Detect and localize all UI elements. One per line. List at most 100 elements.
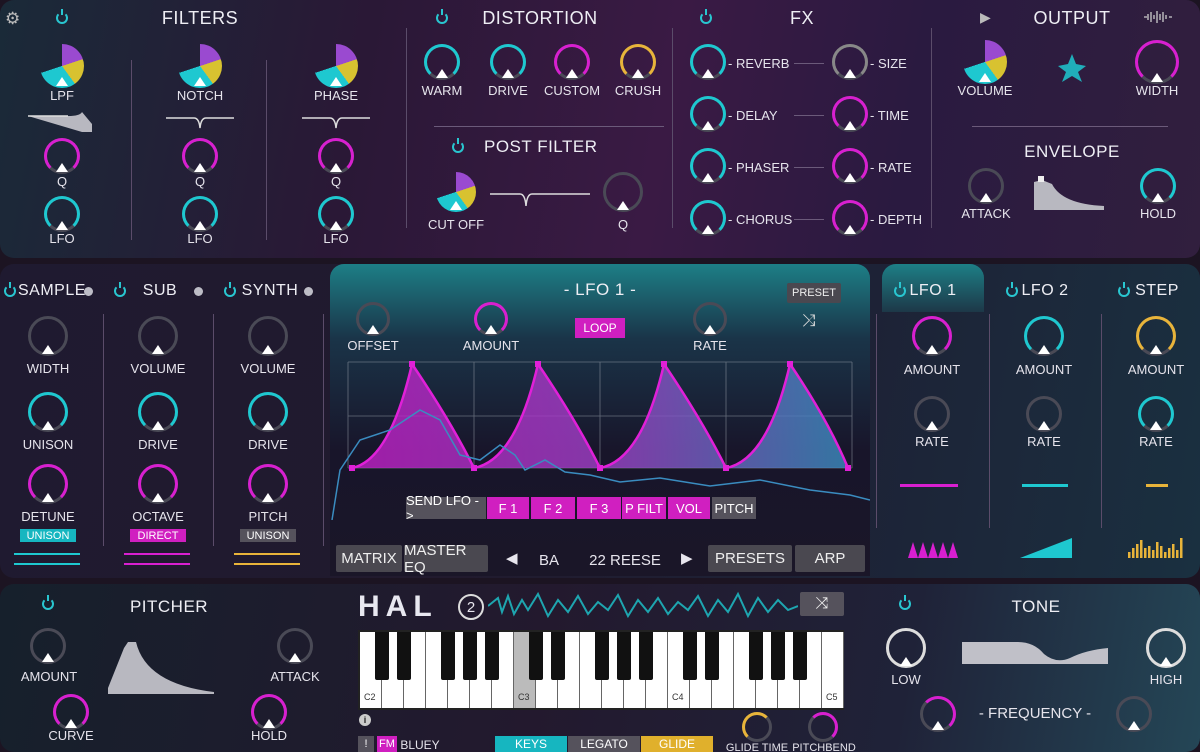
black-key[interactable] (595, 632, 609, 680)
post-filter-power-icon[interactable] (452, 138, 464, 153)
distortion-1-knob[interactable] (490, 44, 526, 80)
width-knob[interactable] (1135, 40, 1179, 84)
sub-led[interactable] (194, 287, 203, 296)
black-key[interactable] (617, 632, 631, 680)
sub-drive-knob[interactable] (138, 392, 178, 432)
mod-tab-0-amount-knob[interactable] (912, 316, 952, 356)
black-key[interactable] (639, 632, 653, 680)
fx-right-3-knob[interactable] (832, 200, 868, 236)
black-key[interactable] (771, 632, 785, 680)
synth-drive-knob[interactable] (248, 392, 288, 432)
filter-0-q-knob[interactable] (44, 138, 80, 174)
tone-low-knob[interactable] (886, 628, 926, 668)
black-key[interactable] (397, 632, 411, 680)
synth-volume-knob[interactable] (248, 316, 288, 356)
mod-tab-2-title[interactable]: STEP (1132, 282, 1182, 300)
send-0-button[interactable]: SEND LFO -> (406, 493, 486, 523)
fx-power-icon[interactable] (700, 9, 712, 24)
preset-button[interactable]: PRESET (787, 283, 841, 303)
synth-led[interactable] (304, 287, 313, 296)
mod-tab-1-amount-knob[interactable] (1024, 316, 1064, 356)
next-preset-icon[interactable]: ▶ (681, 549, 693, 567)
sample-unison-knob[interactable] (28, 392, 68, 432)
black-key[interactable] (551, 632, 565, 680)
fx-left-3-knob[interactable] (690, 200, 726, 236)
loop-button[interactable]: LOOP (575, 318, 625, 338)
synth-mode-chip[interactable]: UNISON (240, 529, 296, 542)
arp-button[interactable]: ARP (795, 545, 865, 572)
sample-power-icon[interactable] (4, 282, 16, 297)
mod-tab-0-rate-knob[interactable] (914, 396, 950, 432)
send-5-button[interactable]: VOL (668, 497, 710, 519)
cutoff-knob[interactable] (436, 172, 476, 212)
glide-time-knob[interactable] (742, 712, 772, 742)
sub-octave-knob[interactable] (138, 464, 178, 504)
send-2-button[interactable]: F 2 (531, 497, 575, 519)
sample-width-knob[interactable] (28, 316, 68, 356)
filter-2-lfo-knob[interactable] (318, 196, 354, 232)
fx-right-0-knob[interactable] (832, 44, 868, 80)
synth-pitch-knob[interactable] (248, 464, 288, 504)
filter-0-lfo-knob[interactable] (44, 196, 80, 232)
black-key[interactable] (375, 632, 389, 680)
black-key[interactable] (463, 632, 477, 680)
filter-1-knob[interactable] (178, 44, 222, 88)
send-4-button[interactable]: P FILT (622, 497, 666, 519)
pitcher-power-icon[interactable] (42, 595, 54, 610)
mod-tab-0-title[interactable]: LFO 1 (908, 282, 958, 300)
sub-volume-knob[interactable] (138, 316, 178, 356)
black-key[interactable] (529, 632, 543, 680)
send-6-button[interactable]: PITCH (712, 497, 756, 519)
sub-mode-chip[interactable]: DIRECT (130, 529, 186, 542)
black-key[interactable] (441, 632, 455, 680)
filters-power-icon[interactable] (56, 9, 68, 24)
fx-left-0-knob[interactable] (690, 44, 726, 80)
synth-power-icon[interactable] (224, 282, 236, 297)
filter-2-knob[interactable] (314, 44, 358, 88)
mod-tab-1-title[interactable]: LFO 2 (1020, 282, 1070, 300)
post-q-knob[interactable] (603, 172, 643, 212)
lfo-rate-knob[interactable] (693, 302, 727, 336)
pitcher-amount-knob[interactable] (30, 628, 66, 664)
filter-1-q-knob[interactable] (182, 138, 218, 174)
sub-power-icon[interactable] (114, 282, 126, 297)
keys-button[interactable]: KEYS (495, 736, 567, 752)
fx-right-1-knob[interactable] (832, 96, 868, 132)
info-icon[interactable]: i (359, 714, 371, 726)
hold-knob[interactable] (1140, 168, 1176, 204)
mod-tab-0-power-icon[interactable] (894, 282, 906, 297)
black-key[interactable] (793, 632, 807, 680)
filter-0-knob[interactable] (40, 44, 84, 88)
mod-tab-2-amount-knob[interactable] (1136, 316, 1176, 356)
prev-preset-icon[interactable]: ◀ (506, 549, 518, 567)
presets-button[interactable]: PRESETS (708, 545, 792, 572)
send-3-button[interactable]: F 3 (577, 497, 621, 519)
preset-name[interactable]: 22 REESE (580, 552, 670, 569)
offset-knob[interactable] (356, 302, 390, 336)
settings-icon[interactable]: ⚙ (5, 9, 20, 29)
tone-frequency-knob-right[interactable] (1116, 696, 1152, 732)
pitcher-attack-knob[interactable] (277, 628, 313, 664)
tone-frequency-knob-left[interactable] (920, 696, 956, 732)
sample-detune-knob[interactable] (28, 464, 68, 504)
excl-button[interactable]: ! (358, 736, 374, 752)
filter-1-lfo-knob[interactable] (182, 196, 218, 232)
black-key[interactable] (749, 632, 763, 680)
play-icon[interactable]: ▶ (980, 9, 991, 26)
sample-led[interactable] (84, 287, 93, 296)
glide-button[interactable]: GLIDE (641, 736, 713, 752)
lfo-amount-knob[interactable] (474, 302, 508, 336)
shuffle-icon[interactable]: ⤨ (802, 311, 816, 331)
matrix-button[interactable]: MATRIX (336, 545, 402, 572)
volume-knob[interactable] (963, 40, 1007, 84)
distortion-2-knob[interactable] (554, 44, 590, 80)
black-key[interactable] (485, 632, 499, 680)
sample-mode-chip[interactable]: UNISON (20, 529, 76, 542)
pitcher-curve-knob[interactable] (53, 694, 89, 730)
fm-button[interactable]: FM (377, 736, 397, 752)
tone-power-icon[interactable] (899, 595, 911, 610)
filter-2-q-knob[interactable] (318, 138, 354, 174)
black-key[interactable] (705, 632, 719, 680)
pitcher-hold-knob[interactable] (251, 694, 287, 730)
master-eq-button[interactable]: MASTER EQ (404, 542, 488, 576)
